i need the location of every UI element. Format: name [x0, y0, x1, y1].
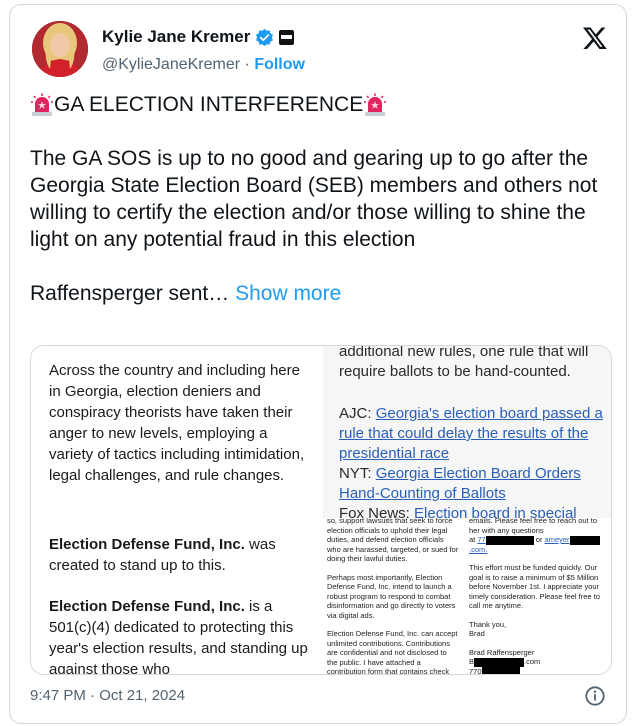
media-intro-text: additional new rules, one rule that will… — [339, 346, 589, 380]
show-more-link[interactable]: Show more — [235, 282, 341, 305]
doc-signoff-name: Brad — [469, 629, 485, 639]
ajc-label: AJC: — [339, 405, 376, 422]
org-name: Election Defense Fund, Inc. — [49, 536, 245, 553]
media-left-image[interactable]: Across the country and including here in… — [31, 346, 323, 674]
doc-left-paragraph-3: Election Defense Fund, Inc. can accept u… — [327, 629, 458, 674]
tweet-title-line: GA ELECTION INTERFERENCE — [30, 91, 610, 118]
verified-badge-icon — [256, 28, 274, 46]
redaction-bar — [481, 667, 520, 674]
author-name[interactable]: Kylie Jane Kremer — [102, 27, 250, 47]
tweet-body: The GA SOS is up to no good and gearing … — [30, 147, 598, 251]
media-ajc-line: AJC: Georgia's election board passed a r… — [339, 404, 603, 464]
tweet-timestamp[interactable]: 9:47 PM · Oct 21, 2024 — [30, 687, 185, 704]
media-right-bottom-image[interactable]: so, support lawsuits that seek to force … — [323, 518, 611, 674]
avatar[interactable] — [32, 21, 88, 77]
doc-right-paragraph-1: emails. Please feel free to reach out to… — [469, 518, 597, 535]
x-logo-icon[interactable] — [582, 25, 608, 51]
tweet-media[interactable]: Across the country and including here in… — [30, 345, 612, 675]
doc-contact-phone: 77 — [477, 535, 486, 544]
fox-link: Election board in special — [414, 505, 577, 518]
media-left-paragraph-1: Across the country and including here in… — [49, 362, 305, 484]
handle-row: @KylieJaneKremer · Follow — [102, 56, 305, 74]
doc-right-paragraph-2: This effort must be funded quickly. Our … — [469, 563, 600, 611]
ajc-link: Georgia's election board passed a rule t… — [339, 405, 603, 462]
redaction-bar — [485, 535, 534, 545]
doc-signature-phone-start: 770 — [469, 666, 482, 674]
nyt-label: NYT: — [339, 465, 376, 482]
doc-contact-email-end: .com. — [469, 544, 488, 554]
tweet-card: Kylie Jane Kremer @KylieJaneKremer · Fol… — [9, 4, 627, 724]
doc-contact-or: or — [533, 535, 545, 544]
doc-contact-email: ameyer — [544, 535, 570, 544]
redaction-bar — [569, 535, 600, 545]
doc-contact-line: at 77 or ameyer — [469, 535, 607, 545]
media-left-paragraph-3: Election Defense Fund, Inc. is a 501(c)(… — [49, 596, 311, 674]
doc-thank-you: Thank you, — [469, 619, 507, 629]
police-siren-icon — [31, 93, 53, 116]
affiliation-badge-icon[interactable] — [279, 29, 295, 45]
handle-separator: · — [244, 56, 250, 73]
doc-left-paragraph-2: Perhaps most importantly, Election Defen… — [327, 572, 456, 620]
org-name: Election Defense Fund, Inc. — [49, 598, 245, 615]
author-handle[interactable]: @KylieJaneKremer — [102, 56, 240, 73]
police-siren-icon — [364, 93, 387, 116]
fox-label: Fox News: — [339, 505, 415, 518]
media-nyt-line: NYT: Georgia Election Board Orders Hand-… — [339, 464, 603, 504]
tweet-truncated-line: Raffensperger sent… Show more — [30, 280, 610, 307]
doc-left-column: so, support lawsuits that seek to force … — [327, 518, 459, 674]
info-icon[interactable] — [584, 685, 606, 707]
follow-button[interactable]: Follow — [254, 56, 305, 73]
media-left-paragraph-2: Election Defense Fund, Inc. was created … — [49, 534, 311, 576]
tweet-title: GA ELECTION INTERFERENCE — [54, 93, 364, 116]
doc-signature-email: B .com — [469, 657, 607, 667]
author-name-row: Kylie Jane Kremer — [102, 27, 295, 47]
redaction-bar — [474, 657, 525, 667]
doc-left-paragraph-1: so, support lawsuits that seek to force … — [327, 518, 459, 563]
nyt-link: Georgia Election Board Orders Hand-Count… — [339, 465, 581, 502]
tweet-truncated: Raffensperger sent… — [30, 282, 230, 305]
media-right-top-image[interactable]: additional new rules, one rule that will… — [323, 346, 611, 518]
doc-right-column: emails. Please feel free to reach out to… — [469, 518, 607, 674]
doc-signature-email-end: .com — [524, 657, 541, 667]
doc-signature-phone: 770 — [469, 667, 607, 674]
media-fox-line: Fox News: Election board in special — [339, 504, 603, 518]
tweet-text: GA ELECTION INTERFERENCE The GA SOS is u… — [30, 91, 610, 307]
doc-signature-name: Brad Raffensperger — [469, 647, 535, 657]
